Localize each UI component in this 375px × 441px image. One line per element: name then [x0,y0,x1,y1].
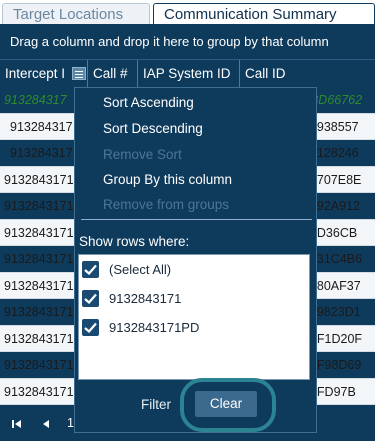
column-header-label: IAP System ID [143,66,231,81]
column-header-iap-system-id[interactable]: IAP System ID [138,60,240,87]
tab-strip: Target Locations Communication Summary [0,0,375,24]
menu-item-sort-descending[interactable]: Sort Descending [103,119,203,139]
column-header-label: Intercept I [5,66,66,81]
menu-divider [81,219,312,220]
column-menu-icon[interactable] [72,67,86,80]
filter-button[interactable]: Filter [141,396,171,414]
filter-option-label: (Select All) [109,262,172,277]
column-header-call-number[interactable]: Call # [88,60,138,87]
checkbox-checked-icon[interactable] [82,319,99,336]
page-number[interactable]: 1 [67,405,74,441]
column-header-label: Call # [93,66,128,81]
grid-header: Intercept I Call # IAP System ID Call ID [0,60,375,87]
clear-button[interactable]: Clear [195,391,257,417]
menu-item-remove-sort: Remove Sort [103,147,182,162]
tab-communication-summary[interactable]: Communication Summary [153,3,375,24]
filter-option-label: 9132843171PD [109,320,200,335]
filter-option-label: 9132843171 [109,291,182,306]
show-rows-label: Show rows where: [79,234,190,249]
checkbox-checked-icon[interactable] [82,290,99,307]
menu-item-group-by[interactable]: Group By this column [103,170,232,190]
first-page-icon[interactable] [12,405,22,441]
checkbox-checked-icon[interactable] [82,261,99,278]
menu-item-remove-from-groups: Remove from groups [103,197,230,212]
tab-target-locations[interactable]: Target Locations [2,3,150,24]
column-header-label: Call ID [245,66,286,81]
menu-item-sort-ascending[interactable]: Sort Ascending [103,93,194,113]
group-drop-zone[interactable]: Drag a column and drop it here to group … [0,24,375,60]
previous-page-icon[interactable] [42,405,50,441]
column-header-call-id[interactable]: Call ID [240,60,375,87]
column-context-menu: Sort Ascending Sort Descending Remove So… [74,87,317,433]
filter-value-list[interactable]: (Select All) 9132843171 9132843171PD [78,254,310,380]
column-header-intercept[interactable]: Intercept I [0,60,88,87]
